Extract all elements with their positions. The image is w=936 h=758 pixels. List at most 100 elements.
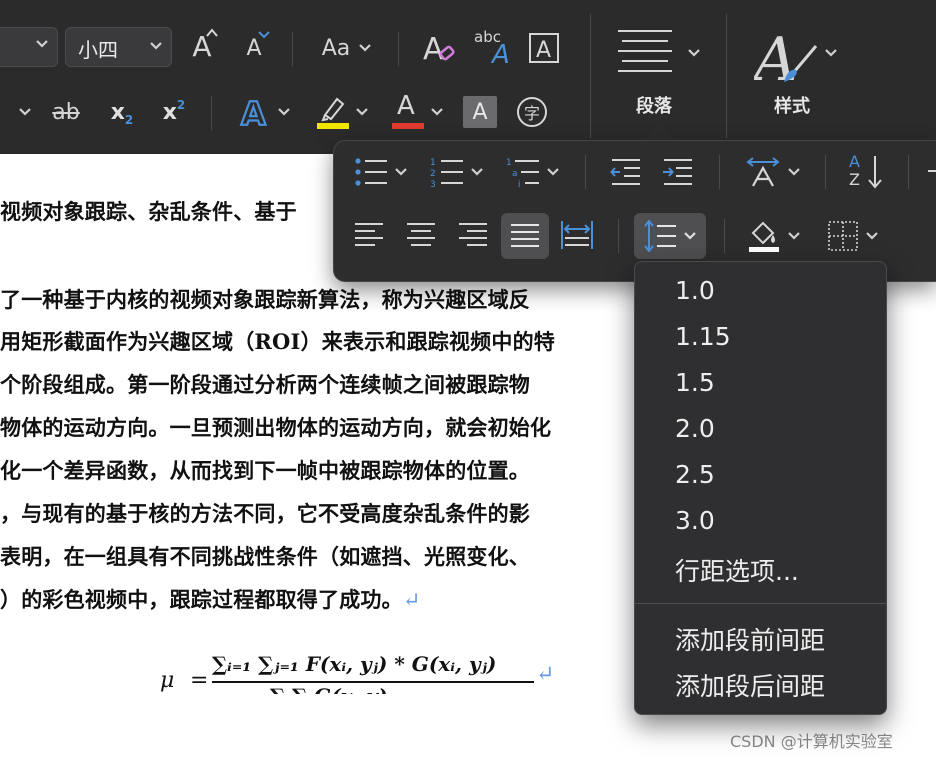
ribbon-separator [211,96,212,130]
numbered-list-icon: 1 2 3 [430,156,464,188]
svg-text:1: 1 [506,158,512,168]
svg-text:A: A [241,95,266,130]
bulleted-list-icon [354,156,388,188]
doc-text-line: 化一个差异函数，从而找到下一帧中被跟踪物体的位置。 [0,458,530,483]
align-center-button[interactable] [398,213,444,257]
more-dash-icon[interactable] [928,170,936,172]
popover-separator [719,155,720,189]
enclose-character-button[interactable]: 字 [514,94,550,130]
paragraph-return-mark: ↵ [536,662,555,687]
highlight-color-button[interactable] [310,92,374,132]
ribbon-toolbar: 小四 A A Aa A abc A A ab x 2 x 2 A A A 字 段… [0,0,936,154]
styles-brush-icon: A [754,24,826,86]
line-spacing-options-item[interactable]: 行距选项... [675,552,799,588]
svg-text:2: 2 [430,169,436,179]
change-case-label: Aa [321,35,351,61]
equation-equals: = [190,668,209,693]
circled-character-icon: 字 [517,97,547,127]
text-effects-abc-button[interactable]: abc A [472,26,516,68]
add-space-before-item[interactable]: 添加段前间距 [675,621,825,657]
grow-font-button[interactable]: A [184,26,220,66]
spacing-option-1-5[interactable]: 1.5 [675,368,715,397]
svg-text:A: A [536,38,551,63]
doc-text-line: 用矩形截面作为兴趣区域（ROI）来表示和跟踪视频中的特 [0,329,555,354]
clear-formatting-button[interactable]: A [420,28,460,68]
svg-text:i: i [518,180,521,188]
font-name-combo[interactable] [0,27,58,67]
borders-button[interactable] [818,213,888,259]
equation-lhs: μ [160,668,175,693]
chevron-down-icon [277,107,291,117]
justify-button[interactable] [501,213,549,259]
character-border-button[interactable]: A [526,30,562,66]
subscript-label: x [110,99,125,125]
text-direction-icon [745,156,781,188]
chevron-down-icon [149,41,163,51]
spacing-option-3-0[interactable]: 3.0 [675,506,715,535]
multilevel-list-icon: 1 a i [506,156,540,188]
chevron-down-icon [824,48,838,58]
shading-button[interactable] [740,213,808,259]
paragraph-group-label: 段落 [636,96,672,117]
change-case-button[interactable]: Aa [312,30,382,66]
multilevel-list-button[interactable]: 1 a i [500,153,566,191]
strikethrough-label: ab [52,99,80,125]
align-center-icon [406,222,436,248]
strikethrough-button[interactable]: ab [46,94,86,130]
phonetic-label: 字 [523,104,540,123]
text-effect-glow-icon: A [239,94,273,130]
spacing-option-1-15[interactable]: 1.15 [675,322,731,351]
font-size-value: 小四 [78,38,118,62]
numbering-button[interactable]: 1 2 3 [424,153,490,191]
align-left-button[interactable] [346,213,392,257]
eraser-icon: A [421,29,459,67]
distributed-button[interactable] [554,213,600,257]
increase-indent-button[interactable] [656,153,700,191]
doc-text-line: 了一种基于内核的视频对象跟踪新算法，称为兴趣区域反 [0,287,530,312]
spacing-option-1-0[interactable]: 1.0 [675,276,715,305]
chevron-down-icon [35,39,49,49]
superscript-label: x [162,99,177,125]
text-direction-button[interactable] [738,153,808,191]
chevron-down-icon [470,167,484,177]
justify-icon [510,223,540,249]
spacing-option-2-0[interactable]: 2.0 [675,414,715,443]
ribbon-separator [398,32,399,66]
chevron-down-icon [787,231,801,241]
paragraph-align-icon [616,28,676,74]
indent-icon [662,157,694,187]
line-spacing-button[interactable] [634,213,706,259]
sort-button[interactable]: A Z [842,151,888,193]
svg-text:1: 1 [430,158,436,168]
caret-down-icon [258,30,270,39]
font-size-combo[interactable]: 小四 [65,27,172,67]
subscript-button[interactable]: x 2 [104,94,140,130]
styles-group-button[interactable]: A 样式 [748,20,848,124]
character-shading-button[interactable]: A [463,96,497,128]
ribbon-separator [292,32,293,66]
paragraph-group-button[interactable]: 段落 [606,20,706,124]
svg-text:A: A [490,40,510,66]
align-left-icon [354,222,384,248]
add-space-after-item[interactable]: 添加段后间距 [675,667,825,703]
chevron-down-icon[interactable] [18,107,32,117]
svg-text:A: A [423,32,444,67]
decrease-indent-button[interactable] [604,153,648,191]
popover-arrow [643,126,675,141]
font-color-swatch [392,123,424,129]
shrink-font-button[interactable]: A [236,30,272,66]
borders-grid-icon [827,220,859,252]
line-spacing-icon [643,220,677,252]
boxed-a-icon: A [528,32,560,64]
align-right-button[interactable] [450,213,496,257]
equation[interactable]: μ = ∑ᵢ₌₁ ∑ⱼ₌₁ F(xᵢ, yⱼ) * G(xᵢ, yⱼ) ∑ ∑ … [160,644,560,694]
font-color-button[interactable]: A [385,91,449,132]
superscript-digit: 2 [176,98,186,112]
bullets-button[interactable] [348,153,414,191]
text-effect-button[interactable]: A [230,92,300,132]
svg-text:3: 3 [430,180,436,188]
superscript-button[interactable]: x 2 [156,94,192,130]
doc-text-line: ，与现有的基于核的方法不同，它不受高度杂乱条件的影 [0,501,530,526]
spacing-option-2-5[interactable]: 2.5 [675,460,715,489]
caret-up-icon [206,28,218,37]
